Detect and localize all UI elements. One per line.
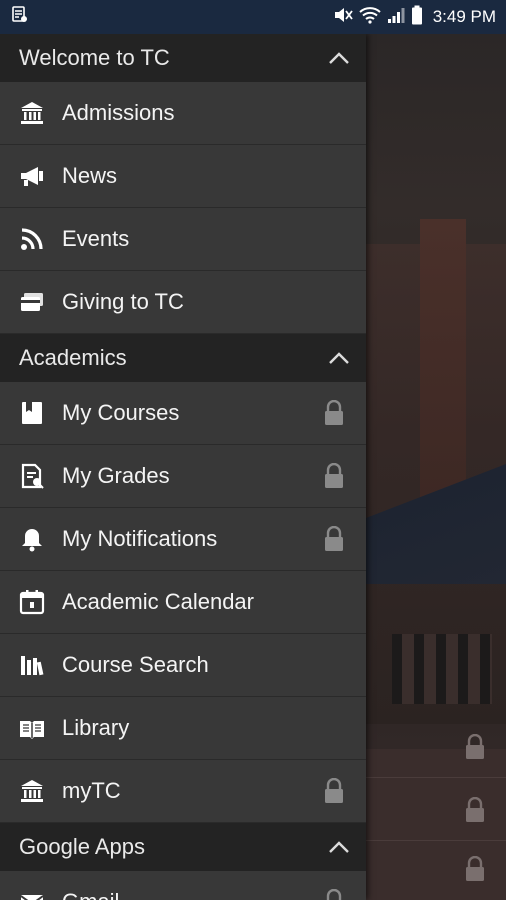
menu-item-gmail[interactable]: Gmail [0, 871, 366, 900]
menu-item-label: Giving to TC [62, 289, 184, 314]
menu-item-label: Course Search [62, 652, 209, 677]
wifi-icon [359, 6, 381, 29]
menu-item-label: My Courses [62, 400, 180, 425]
menu-item-giving-to-tc[interactable]: Giving to TC [0, 271, 366, 334]
menu-item-label: Library [62, 715, 130, 740]
menu-item-mytc[interactable]: myTC [0, 760, 366, 823]
calendar-icon [18, 588, 46, 616]
menu-item-label: My Notifications [62, 526, 218, 551]
section-header-academics[interactable]: Academics [0, 334, 366, 382]
lock-icon [325, 526, 343, 551]
menu-item-label: My Grades [62, 463, 170, 488]
menu-item-events[interactable]: Events [0, 208, 366, 271]
lock-icon [466, 797, 484, 822]
open-book-icon [18, 714, 46, 742]
notification-app-icon [12, 5, 28, 29]
battery-icon [411, 5, 423, 30]
section-header-welcome[interactable]: Welcome to TC [0, 34, 366, 82]
divider [366, 777, 506, 778]
menu-item-label: Gmail [62, 889, 119, 900]
lock-icon [326, 889, 342, 900]
section-header-google-apps[interactable]: Google Apps [0, 823, 366, 871]
institution-icon [18, 99, 46, 127]
status-bar: 3:49 PM [0, 0, 506, 34]
navigation-drawer: Welcome to TC Admissions News Events Giv… [0, 34, 366, 900]
chevron-up-icon[interactable] [328, 51, 350, 65]
section-title: Academics [19, 345, 127, 370]
grade-document-icon [18, 462, 46, 490]
lock-icon [325, 778, 343, 803]
menu-item-label: Admissions [62, 100, 175, 125]
status-time: 3:49 PM [432, 7, 496, 26]
section-title: Welcome to TC [19, 45, 170, 70]
lock-icon [325, 400, 343, 425]
menu-item-course-search[interactable]: Course Search [0, 634, 366, 697]
menu-item-label: myTC [62, 778, 121, 803]
menu-item-my-courses[interactable]: My Courses [0, 382, 366, 445]
chevron-up-icon[interactable] [328, 351, 350, 365]
book-icon [18, 399, 46, 427]
lock-icon [325, 463, 343, 488]
bookshelf-icon [18, 651, 46, 679]
menu-item-label: News [62, 163, 118, 188]
menu-item-my-grades[interactable]: My Grades [0, 445, 366, 508]
bell-icon [18, 525, 46, 553]
megaphone-icon [18, 162, 46, 190]
menu-item-label: Events [62, 226, 130, 251]
menu-item-academic-calendar[interactable]: Academic Calendar [0, 571, 366, 634]
divider [366, 840, 506, 841]
lock-icon [466, 856, 484, 881]
menu-item-admissions[interactable]: Admissions [0, 82, 366, 145]
mail-icon [18, 888, 46, 900]
signal-icon [387, 6, 405, 29]
menu-item-news[interactable]: News [0, 145, 366, 208]
section-title: Google Apps [19, 834, 145, 859]
rss-icon [18, 225, 46, 253]
credit-card-icon [18, 288, 46, 316]
institution-icon [18, 777, 46, 805]
lock-icon [466, 734, 484, 759]
campus-windows-image [392, 634, 492, 704]
menu-item-my-notifications[interactable]: My Notifications [0, 508, 366, 571]
mute-icon [333, 6, 353, 29]
menu-item-library[interactable]: Library [0, 697, 366, 760]
chevron-up-icon[interactable] [328, 840, 350, 854]
menu-item-label: Academic Calendar [62, 589, 254, 614]
